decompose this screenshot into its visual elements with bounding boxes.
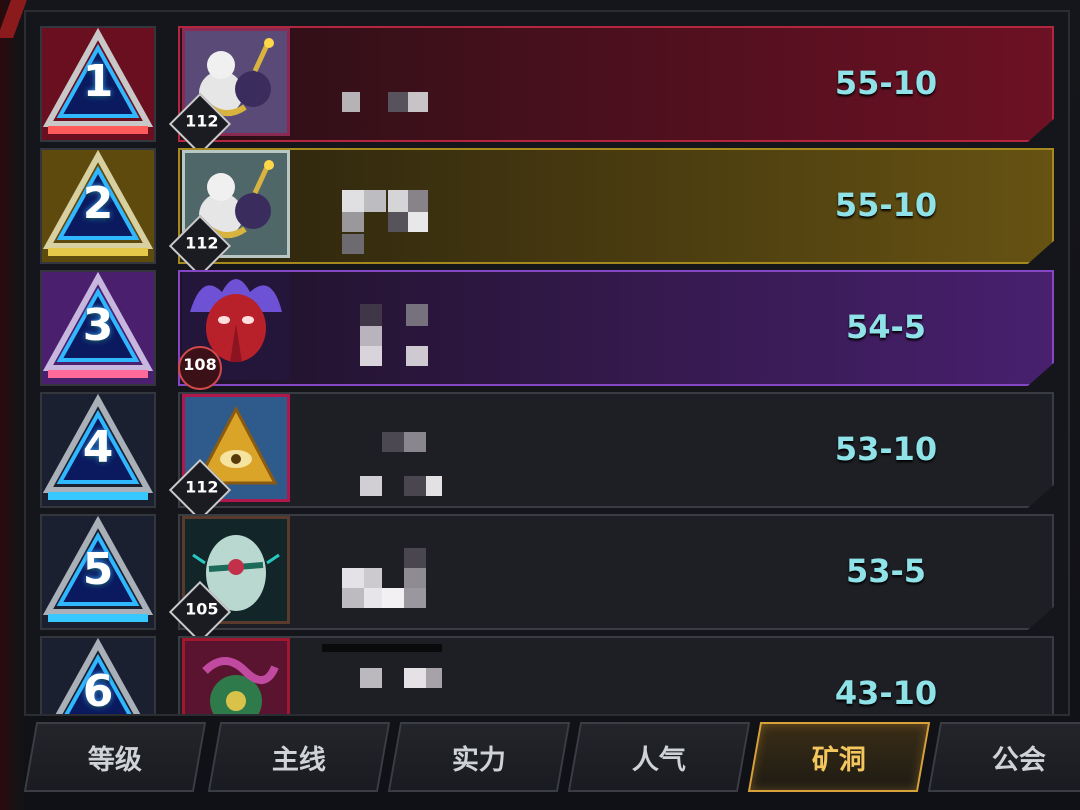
player-level-badge: 108 bbox=[178, 346, 222, 390]
pixelated-name bbox=[336, 92, 446, 146]
rank-badge: 4 bbox=[40, 392, 156, 508]
ranking-list[interactable]: 1 112 55-10 2 112 55-10 3 108 54-5 4 112… bbox=[24, 10, 1070, 716]
score-value: 55-10 bbox=[834, 64, 938, 102]
pixelated-name bbox=[342, 190, 428, 254]
pixelated-name bbox=[322, 644, 442, 688]
player-name-redacted bbox=[322, 278, 442, 382]
serpent-clock-icon bbox=[185, 641, 287, 714]
rank-badge: 3 bbox=[40, 270, 156, 386]
rank-number: 6 bbox=[82, 666, 114, 716]
rank-number: 5 bbox=[82, 544, 114, 595]
tab-main-story[interactable]: 主线 bbox=[207, 722, 391, 792]
player-name-redacted bbox=[322, 156, 442, 260]
player-name-redacted bbox=[322, 522, 446, 634]
ranking-row[interactable]: 3 108 54-5 bbox=[40, 270, 1054, 390]
ranking-row[interactable]: 6 43-10 bbox=[40, 636, 1054, 716]
leaderboard-screen: 1 112 55-10 2 112 55-10 3 108 54-5 4 112… bbox=[0, 0, 1080, 810]
player-name-redacted bbox=[322, 34, 446, 146]
pixelated-name bbox=[360, 304, 428, 366]
ranking-row[interactable]: 2 112 55-10 bbox=[40, 148, 1054, 278]
score-value: 43-10 bbox=[834, 674, 938, 712]
rank-badge: 6 bbox=[40, 636, 156, 716]
tab-power[interactable]: 实力 bbox=[387, 722, 571, 792]
rank-badge: 5 bbox=[40, 514, 156, 630]
rank-badge: 2 bbox=[40, 148, 156, 264]
ranking-row[interactable]: 1 112 55-10 bbox=[40, 26, 1054, 156]
score-value: 53-5 bbox=[845, 552, 927, 590]
tab-level[interactable]: 等级 bbox=[23, 722, 207, 792]
player-avatar[interactable] bbox=[182, 638, 290, 714]
score-value: 53-10 bbox=[834, 430, 938, 468]
tab-popularity[interactable]: 人气 bbox=[567, 722, 751, 792]
rank-number: 2 bbox=[82, 178, 114, 229]
player-name-redacted bbox=[322, 644, 442, 714]
category-tabs: 等级 主线 实力 人气 矿洞 公会 bbox=[23, 716, 1080, 810]
rank-badge: 1 bbox=[40, 26, 156, 142]
tab-mine[interactable]: 矿洞 bbox=[747, 722, 931, 792]
pixelated-name bbox=[360, 432, 446, 496]
rank-number: 4 bbox=[82, 422, 114, 473]
score-value: 55-10 bbox=[834, 186, 938, 224]
ranking-row[interactable]: 5 105 53-5 bbox=[40, 514, 1054, 644]
rank-number: 3 bbox=[82, 300, 114, 351]
tab-guild[interactable]: 公会 bbox=[927, 722, 1080, 792]
pixelated-name bbox=[336, 548, 446, 634]
player-name-redacted bbox=[322, 400, 446, 504]
score-value: 54-5 bbox=[845, 308, 927, 346]
ranking-row[interactable]: 4 112 53-10 bbox=[40, 392, 1054, 522]
side-decoration bbox=[0, 0, 24, 810]
rank-number: 1 bbox=[82, 56, 114, 107]
